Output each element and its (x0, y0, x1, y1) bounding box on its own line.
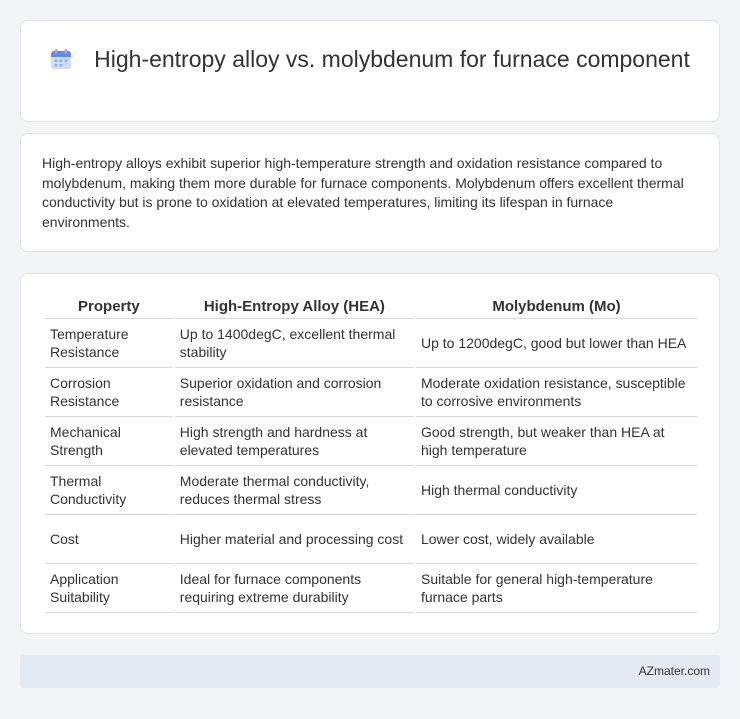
property-cell: Temperature Resistance (45, 319, 173, 368)
footer-site-link[interactable]: AZmater.com (639, 664, 710, 678)
property-cell: Cost (45, 515, 173, 564)
molybdenum-cell: Up to 1200degC, good but lower than HEA (415, 319, 697, 368)
molybdenum-cell: Good strength, but weaker than HEA at hi… (415, 417, 697, 466)
summary-card: High-entropy alloys exhibit superior hig… (20, 133, 720, 252)
table-row: Thermal Conductivity Moderate thermal co… (45, 466, 697, 515)
column-header-property: Property (45, 295, 173, 319)
table-row: Corrosion Resistance Superior oxidation … (45, 368, 697, 417)
table-header-row: Property High-Entropy Alloy (HEA) Molybd… (45, 295, 697, 319)
hea-cell: High strength and hardness at elevated t… (174, 417, 414, 466)
table-row: Temperature Resistance Up to 1400degC, e… (45, 319, 697, 368)
table-row: Mechanical Strength High strength and ha… (45, 417, 697, 466)
page-title: High-entropy alloy vs. molybdenum for fu… (94, 46, 690, 72)
hea-cell: Moderate thermal conductivity, reduces t… (174, 466, 414, 515)
molybdenum-cell: Suitable for general high-temperature fu… (415, 564, 697, 613)
summary-text: High-entropy alloys exhibit superior hig… (42, 155, 684, 230)
property-cell: Application Suitability (45, 564, 173, 613)
footer-bar: AZmater.com (20, 655, 720, 688)
calendar-icon (51, 49, 72, 69)
hea-cell: Higher material and processing cost (174, 515, 414, 564)
table-row: Application Suitability Ideal for furnac… (45, 564, 697, 613)
column-header-molybdenum: Molybdenum (Mo) (415, 295, 697, 319)
page-title-wrap: High-entropy alloy vs. molybdenum for fu… (21, 45, 719, 74)
molybdenum-cell: Lower cost, widely available (415, 515, 697, 564)
column-header-hea: High-Entropy Alloy (HEA) (174, 295, 414, 319)
hea-cell: Ideal for furnace components requiring e… (174, 564, 414, 613)
comparison-table: Property High-Entropy Alloy (HEA) Molybd… (43, 295, 699, 613)
molybdenum-cell: Moderate oxidation resistance, susceptib… (415, 368, 697, 417)
title-card: High-entropy alloy vs. molybdenum for fu… (20, 20, 720, 122)
property-cell: Mechanical Strength (45, 417, 173, 466)
property-cell: Thermal Conductivity (45, 466, 173, 515)
hea-cell: Up to 1400degC, excellent thermal stabil… (174, 319, 414, 368)
comparison-table-card: Property High-Entropy Alloy (HEA) Molybd… (20, 273, 720, 634)
hea-cell: Superior oxidation and corrosion resista… (174, 368, 414, 417)
property-cell: Corrosion Resistance (45, 368, 173, 417)
table-row: Cost Higher material and processing cost… (45, 515, 697, 564)
molybdenum-cell: High thermal conductivity (415, 466, 697, 515)
